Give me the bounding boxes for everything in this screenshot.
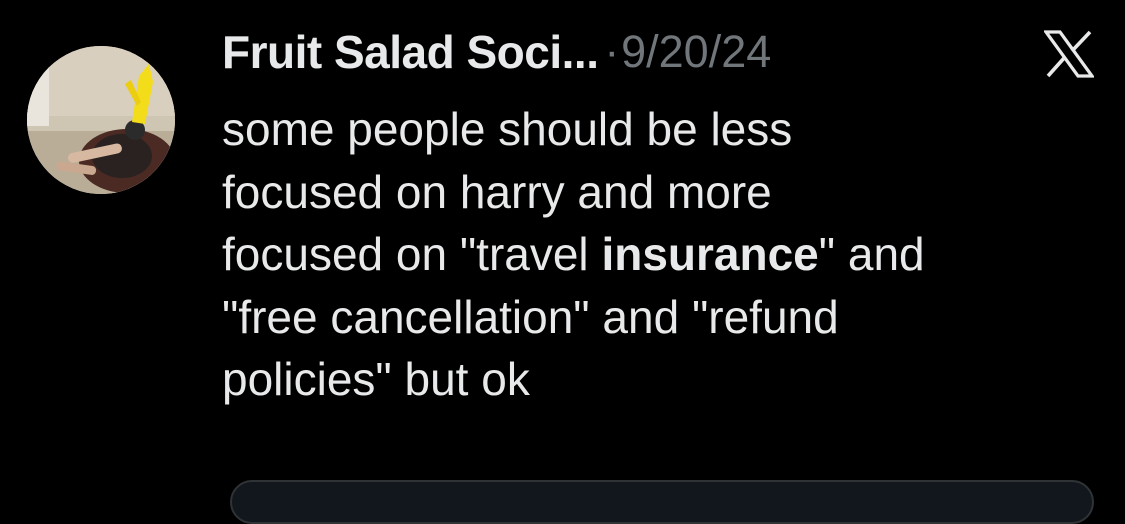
tweet-date[interactable]: 9/20/24 (621, 26, 771, 78)
tweet[interactable]: Fruit Salad Soci... · 9/20/24 some peopl… (0, 0, 1125, 524)
tweet-text-segment: " and (818, 228, 925, 280)
tweet-text-line: focused on "travel insurance" and (222, 223, 1102, 286)
profile-photo-image (27, 46, 175, 194)
tweet-text-line: some people should be less (222, 103, 793, 155)
tweet-text: some people should be less focused on ha… (222, 98, 1102, 411)
tweet-header: Fruit Salad Soci... · 9/20/24 (222, 22, 771, 82)
tweet-text-line: focused on harry and more (222, 165, 772, 218)
avatar[interactable] (27, 46, 175, 194)
tweet-text-segment: focused on "travel (222, 228, 602, 280)
highlighted-term: insurance (601, 228, 819, 280)
x-logo-icon (1044, 30, 1094, 78)
author-display-name[interactable]: Fruit Salad Soci... (222, 25, 599, 79)
media-preview[interactable] (230, 480, 1094, 524)
tweet-text-line: "free cancellation" and "refund (222, 290, 839, 343)
tweet-text-line: policies" but ok (222, 353, 530, 405)
header-separator: · (604, 27, 620, 76)
